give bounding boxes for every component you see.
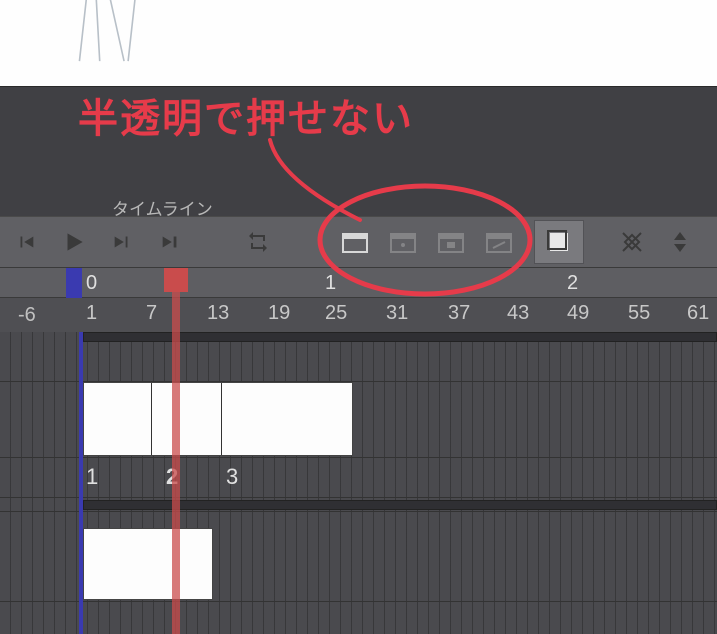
new-cel-button[interactable] (334, 220, 376, 264)
track-start-line (79, 332, 83, 634)
next-frame-button[interactable] (98, 220, 146, 264)
ruler-f31: 31 (386, 302, 408, 325)
onion-skin-button[interactable] (534, 220, 584, 264)
ruler-f61: 61 (687, 302, 709, 325)
ruler-f49: 49 (567, 302, 589, 325)
ruler-playhead-pos: 9 (165, 272, 176, 295)
ruler-f25: 25 (325, 302, 347, 325)
link-button[interactable] (608, 220, 656, 264)
track-row-1[interactable] (0, 332, 717, 382)
ruler-f55: 55 (628, 302, 650, 325)
panel-title: タイムライン (112, 195, 213, 220)
keyframe-a-button (382, 220, 424, 264)
sort-button[interactable] (656, 220, 704, 264)
frame-label-3: 3 (226, 464, 238, 490)
track-row-2[interactable] (0, 382, 717, 458)
ruler-neg: -6 (18, 304, 36, 327)
ruler-f37: 37 (448, 302, 470, 325)
clip-1[interactable] (83, 382, 353, 456)
frame-label-1: 1 (86, 464, 98, 490)
timeline-panel-header: タイムライン (0, 86, 717, 216)
play-button[interactable] (50, 220, 98, 264)
clip-divider-1 (151, 383, 152, 455)
ruler-f43: 43 (507, 302, 529, 325)
track-bar-3 (83, 500, 717, 510)
ruler-f19: 19 (268, 302, 290, 325)
loop-button[interactable] (234, 220, 282, 264)
prev-frame-button[interactable] (2, 220, 50, 264)
clip-divider-2 (221, 383, 222, 455)
ruler-second-0: 0 (86, 272, 97, 295)
start-marker[interactable] (66, 268, 82, 298)
timeline-tracks[interactable]: 1 2 3 (0, 332, 717, 634)
canvas-preview (0, 0, 717, 86)
timeline-ruler[interactable]: 0 9 1 2 -6 1 7 13 19 25 31 37 43 49 55 6… (0, 268, 717, 332)
ruler-f1: 1 (86, 302, 97, 325)
timeline-toolbar (0, 216, 717, 268)
keyframe-c-button (478, 220, 520, 264)
ruler-f13: 13 (207, 302, 229, 325)
keyframe-b-button (430, 220, 472, 264)
ruler-second-2: 2 (567, 272, 578, 295)
ruler-second-1: 1 (325, 272, 336, 295)
track-row-4[interactable] (0, 512, 717, 602)
track-bar-1 (83, 332, 717, 342)
frame-label-2: 2 (166, 464, 178, 490)
last-frame-button[interactable] (146, 220, 194, 264)
clip-2[interactable] (83, 528, 213, 600)
track-row-3[interactable] (0, 498, 717, 512)
track-label-row: 1 2 3 (0, 458, 717, 498)
ruler-f7: 7 (146, 302, 157, 325)
